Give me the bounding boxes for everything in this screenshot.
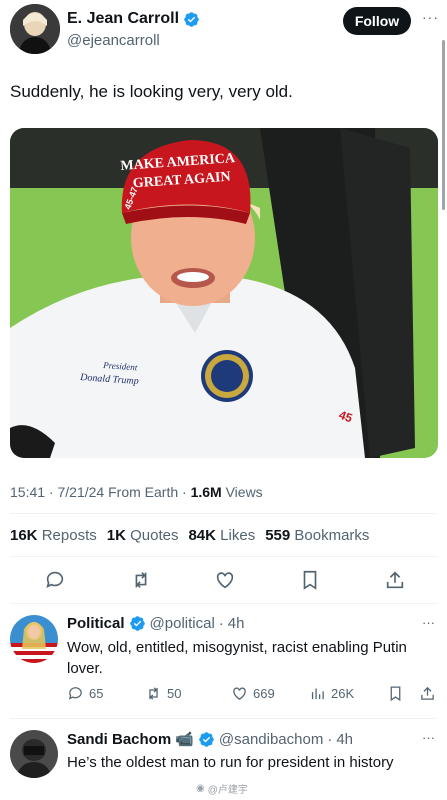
reply-avatar[interactable] (10, 615, 58, 663)
verified-badge-icon (184, 11, 199, 27)
like-icon (233, 687, 246, 700)
reply-time: 4h (336, 730, 354, 748)
repost-icon (149, 687, 158, 700)
bookmarks-stat[interactable]: 559 Bookmarks (265, 527, 369, 544)
verified-badge-icon (199, 731, 214, 747)
reply-text: He’s the oldest man to run for president… (67, 754, 394, 771)
reply-repost-button[interactable]: 50 (145, 685, 181, 702)
divider (10, 556, 437, 557)
reply-author-handle[interactable]: @sandibachom (219, 731, 323, 748)
bookmark-icon[interactable] (387, 685, 404, 702)
post-date: 7/21/24 (57, 484, 105, 500)
post-stats: 16K Reposts 1K Quotes 84K Likes 559 Book… (10, 527, 369, 544)
share-icon[interactable] (419, 685, 436, 702)
reply-icon[interactable] (44, 569, 66, 591)
reply-author-name[interactable]: Political (67, 615, 125, 632)
post-meta: 15:41 · 7/21/24 From Earth · 1.6M Views (10, 484, 263, 500)
divider (10, 513, 437, 514)
quotes-stat[interactable]: 1K Quotes (107, 527, 179, 544)
verified-badge-icon (129, 616, 145, 631)
repost-icon[interactable] (130, 569, 152, 591)
like-icon[interactable] (214, 569, 236, 591)
views-count: 1.6M (190, 484, 222, 500)
follow-button[interactable]: Follow (343, 7, 411, 35)
reply-views-button[interactable]: 26K (309, 685, 354, 702)
post-time: 15:41 (10, 484, 46, 500)
author-name[interactable]: E. Jean Carroll (67, 10, 179, 28)
reply-time: 4h (227, 615, 245, 632)
divider (10, 718, 437, 719)
views-icon (311, 688, 324, 700)
repost-count: 50 (167, 686, 182, 701)
more-options-icon[interactable]: ··· (422, 9, 439, 25)
post-header: E. Jean Carroll @ejeancarroll Follow ··· (10, 4, 440, 56)
reply-author-handle[interactable]: @political (150, 615, 215, 632)
divider (10, 603, 437, 604)
like-count: 669 (253, 686, 275, 701)
post-photo[interactable]: MAKE AMERICA GREAT AGAIN 45-47 President… (10, 128, 438, 458)
reply-icon (68, 687, 82, 700)
video-camera-icon: 📹 (175, 731, 194, 748)
more-options-icon[interactable]: ··· (422, 615, 435, 630)
likes-stat[interactable]: 84K Likes (188, 527, 255, 544)
reply-reply-button[interactable]: 65 (67, 685, 103, 702)
reply-item[interactable]: Sandi Bachom 📹 @sandibachom · 4h ··· He’… (10, 730, 440, 780)
views-count: 26K (331, 686, 355, 701)
reply-count: 65 (89, 686, 104, 701)
author-avatar[interactable] (10, 4, 60, 54)
more-options-icon[interactable]: ··· (422, 730, 435, 745)
post-text: Suddenly, he is looking very, very old. (10, 82, 293, 101)
views-label: Views (225, 484, 263, 500)
reply-actions: 65 50 669 26K (67, 685, 437, 705)
reply-author-name[interactable]: Sandi Bachom (67, 731, 171, 748)
reply-avatar[interactable] (10, 730, 58, 778)
weibo-icon: ◉ (196, 783, 205, 794)
post-actions (10, 566, 430, 596)
share-icon[interactable] (384, 569, 406, 591)
scrollbar[interactable] (442, 40, 445, 210)
reply-item[interactable]: Political @political · 4h ··· Wow, old, … (10, 615, 440, 707)
reply-like-button[interactable]: 669 (231, 685, 275, 702)
post-source: From Earth (108, 484, 179, 500)
reposts-stat[interactable]: 16K Reposts (10, 527, 97, 544)
author-handle[interactable]: @ejeancarroll (67, 32, 160, 49)
reply-text: Wow, old, entitled, misogynist, racist e… (67, 639, 407, 677)
watermark: ◉ @卢建宇 (196, 783, 248, 796)
bookmark-icon[interactable] (299, 569, 321, 591)
